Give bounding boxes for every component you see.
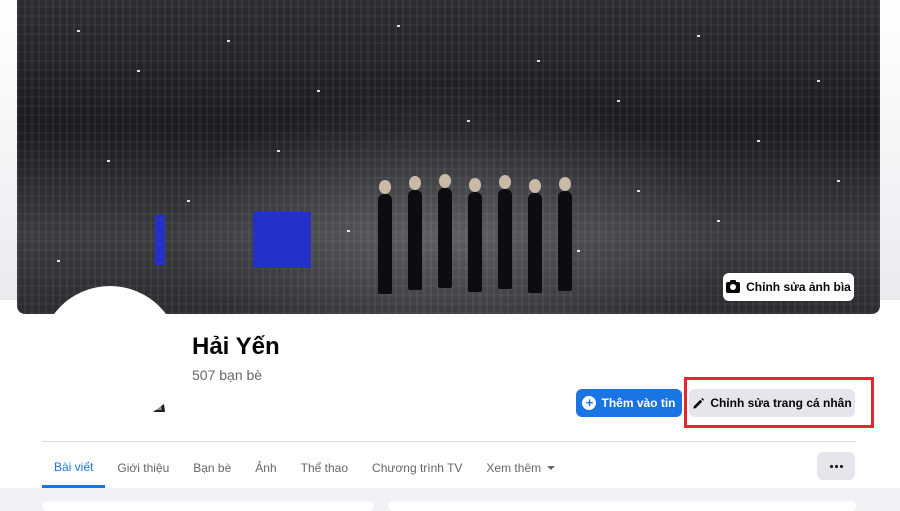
camera-icon — [726, 279, 741, 293]
add-to-story-button[interactable]: + Thêm vào tin — [576, 389, 682, 417]
tab-see-more[interactable]: Xem thêm — [474, 448, 568, 488]
post-card — [388, 501, 856, 511]
tab-label: Giới thiệu — [117, 461, 170, 475]
profile-name: Hải Yến — [192, 333, 280, 360]
edit-cover-label: Chỉnh sửa ảnh bìa — [746, 280, 851, 294]
plus-circle-icon: + — [582, 396, 597, 410]
stage-screen — [253, 212, 311, 268]
tab-label: Bạn bè — [193, 461, 232, 475]
profile-tabs: Bài viết Giới thiệu Bạn bè Ảnh Thể thao … — [42, 448, 568, 488]
tab-sports[interactable]: Thể thao — [289, 448, 360, 488]
add-to-story-label: Thêm vào tin — [601, 396, 676, 410]
tab-photos[interactable]: Ảnh — [243, 448, 288, 488]
divider — [42, 441, 856, 442]
tab-label: Bài viết — [54, 459, 94, 474]
caret-down-icon — [547, 466, 556, 470]
intro-card — [42, 501, 374, 511]
tab-label: Ảnh — [255, 461, 277, 475]
more-dots-icon — [829, 464, 833, 468]
edit-cover-button[interactable]: Chỉnh sửa ảnh bìa — [723, 273, 854, 301]
tab-label: Thể thao — [300, 461, 349, 475]
highlight-box — [684, 377, 874, 428]
cover-photo[interactable]: Chỉnh sửa ảnh bìa — [17, 0, 880, 314]
avatar-camera-icon[interactable] — [148, 394, 170, 416]
tab-tv-shows[interactable]: Chương trình TV — [360, 448, 474, 488]
tab-posts[interactable]: Bài viết — [42, 448, 106, 488]
more-options-button[interactable] — [817, 452, 855, 480]
performers — [367, 170, 597, 300]
friend-count[interactable]: 507 bạn bè — [192, 367, 262, 383]
stage-screen — [155, 215, 165, 265]
tab-about[interactable]: Giới thiệu — [105, 448, 181, 488]
tab-label: Xem thêm — [486, 461, 542, 475]
tab-friends[interactable]: Bạn bè — [181, 448, 243, 488]
tab-label: Chương trình TV — [372, 461, 463, 475]
